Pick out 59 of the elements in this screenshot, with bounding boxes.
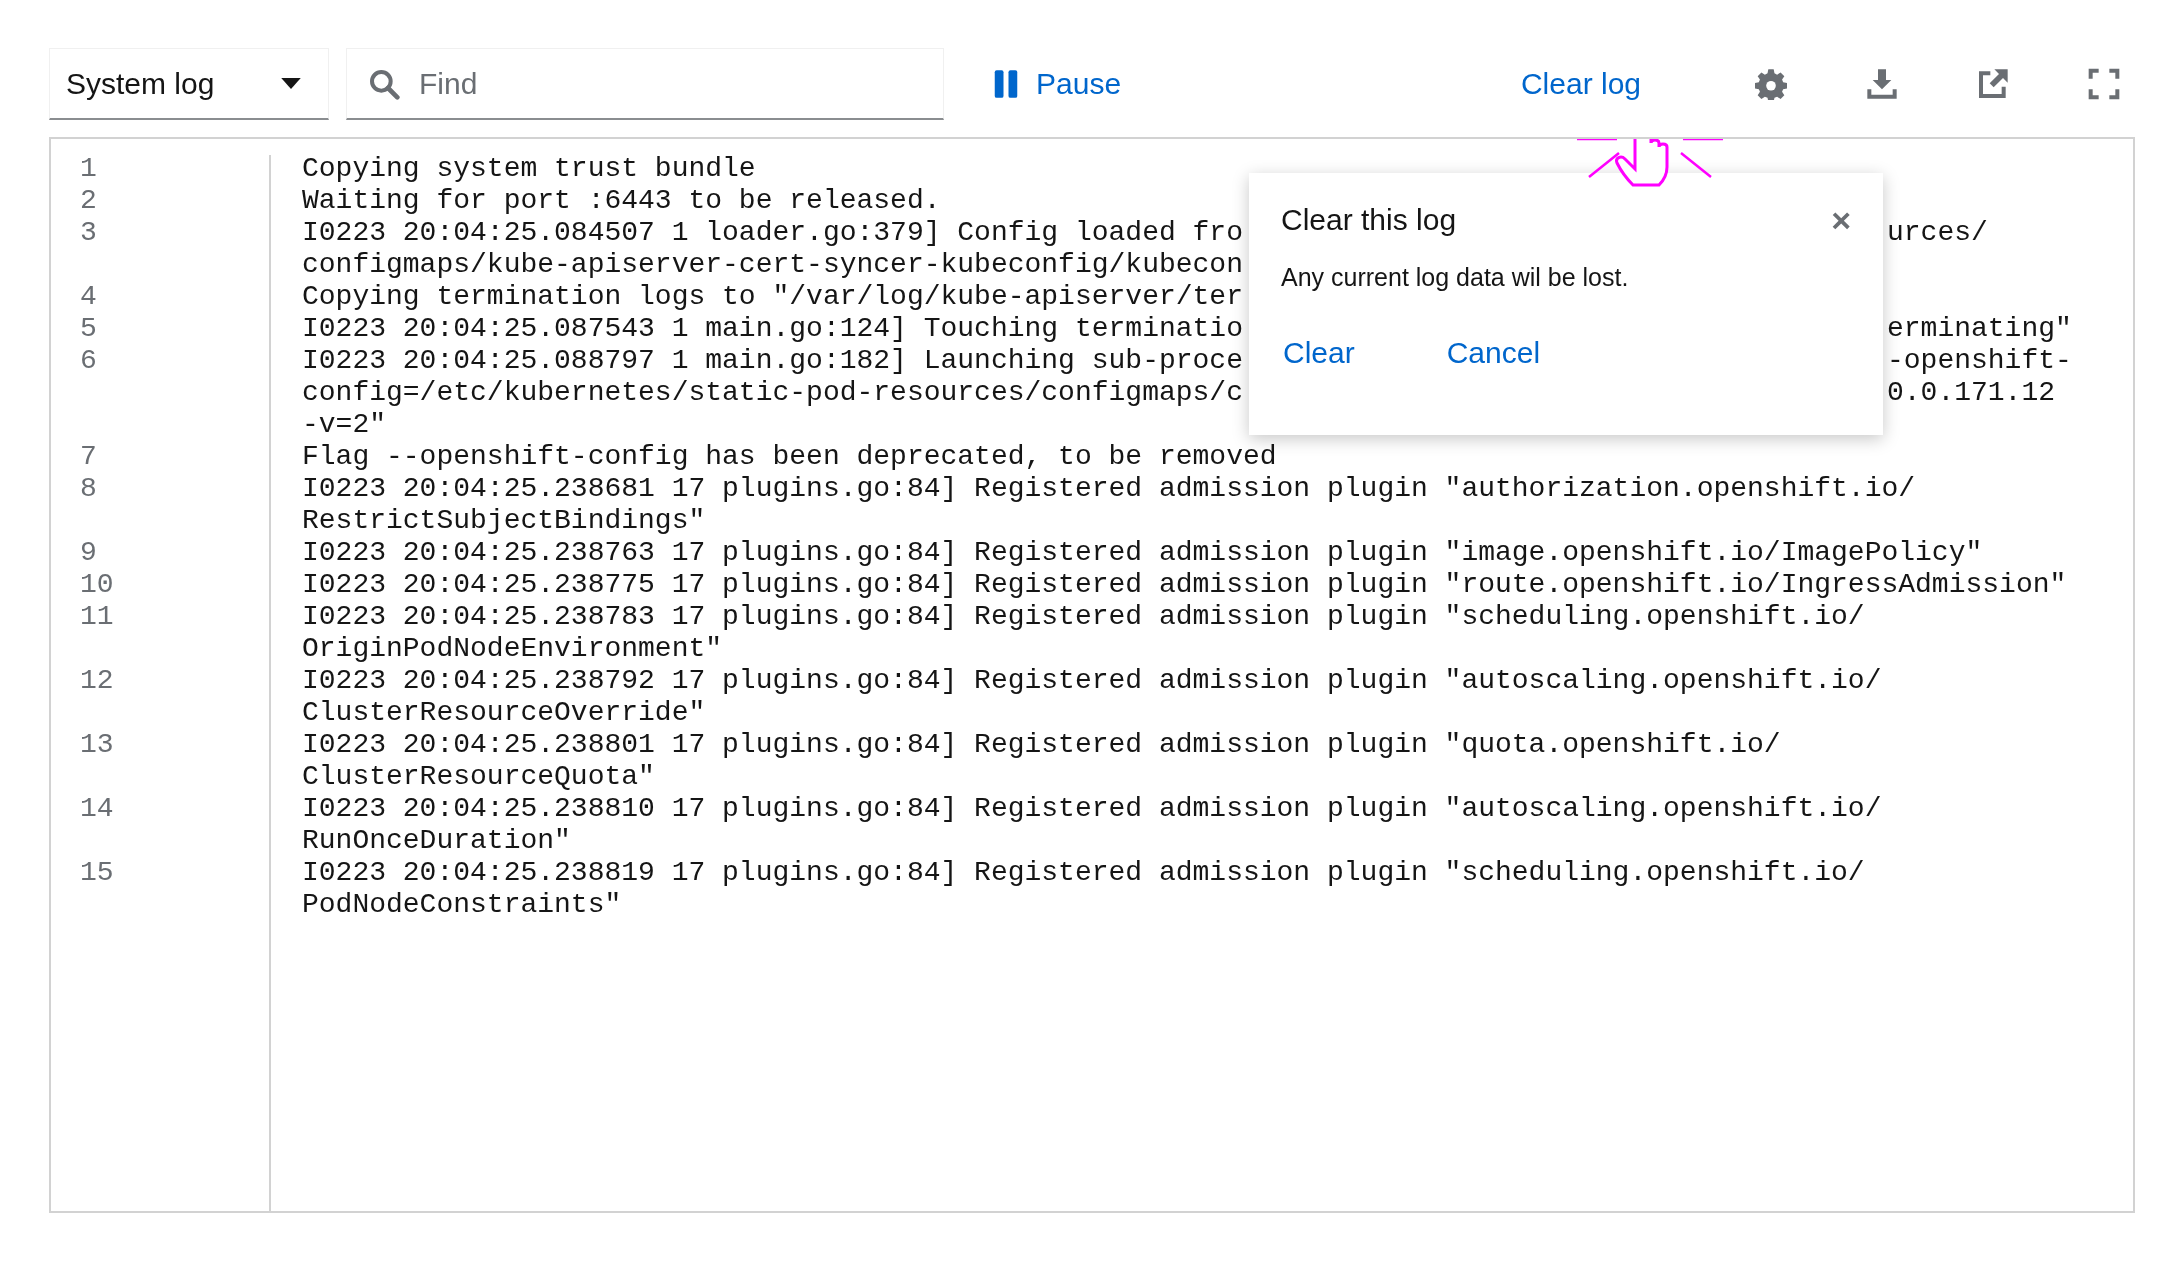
log-line: OriginPodNodeEnvironment"	[302, 633, 723, 665]
pause-icon	[992, 69, 1020, 99]
log-line: -openshift-	[1887, 345, 2072, 377]
log-line: ClusterResourceOverride"	[302, 697, 706, 729]
log-select-dropdown[interactable]: System log	[49, 48, 329, 120]
log-line: PodNodeConstraints"	[302, 889, 622, 921]
log-line: I0223 20:04:25.087543 1 main.go:124] Touching terminatio	[302, 313, 1243, 345]
download-icon	[1866, 68, 1898, 100]
log-line: erminating"	[1887, 313, 2072, 345]
line-number: 13	[80, 729, 114, 760]
line-number: 6	[80, 345, 97, 376]
popover-title: Clear this log	[1281, 203, 1457, 237]
external-link-icon	[1977, 68, 2009, 100]
log-line: 0.0.171.12	[1887, 377, 2056, 409]
log-line: I0223 20:04:25.238801 17 plugins.go:84] Registered admission plugin "quota.openshift.io/	[302, 729, 1781, 761]
settings-icon	[1755, 68, 1787, 100]
log-line: I0223 20:04:25.238775 17 plugins.go:84] Registered admission plugin "route.openshift.io/IngressAdmission"	[302, 569, 2067, 601]
popover-action-button[interactable]: Cancel	[1444, 336, 1543, 370]
log-line: -v=2"	[302, 409, 386, 441]
log-line: config=/etc/kubernetes/static-pod-resources/configmaps/c	[302, 377, 1243, 409]
line-number: 15	[80, 857, 114, 888]
log-line: configmaps/kube-apiserver-cert-syncer-kubeconfig/kubecon	[302, 249, 1243, 281]
log-line: Waiting for port :6443 to be released.	[302, 185, 941, 217]
line-number: 14	[80, 793, 114, 824]
log-line: Copying termination logs to "/var/log/kube-apiserver/ter	[302, 281, 1243, 313]
popover-message: Any current log data wil be lost.	[1281, 263, 1630, 292]
log-line: I0223 20:04:25.084507 1 loader.go:379] Config loaded fro	[302, 217, 1243, 249]
log-line: I0223 20:04:25.238681 17 plugins.go:84] Registered admission plugin "authorization.openshift.io/	[302, 473, 1916, 505]
log-line: I0223 20:04:25.238792 17 plugins.go:84] Registered admission plugin "autoscaling.openshift.io/	[302, 665, 1882, 697]
log-line: ClusterResourceQuota"	[302, 761, 655, 793]
line-number: 5	[80, 313, 97, 344]
expand-icon	[2088, 68, 2120, 100]
line-number: 1	[80, 153, 97, 184]
line-number: 11	[80, 601, 114, 632]
log-line: RestrictSubjectBindings"	[302, 505, 706, 537]
line-number: 10	[80, 569, 114, 600]
log-line: Copying system trust bundle	[302, 153, 756, 185]
log-line: I0223 20:04:25.238763 17 plugins.go:84] Registered admission plugin "image.openshift.io/ImagePolicy"	[302, 537, 1983, 569]
line-number: 7	[80, 441, 97, 472]
pause-button[interactable]: Pause	[992, 67, 1122, 101]
search-icon	[368, 68, 400, 100]
popover-action-button[interactable]: Clear	[1281, 336, 1357, 370]
line-number: 3	[80, 217, 97, 248]
log-line: I0223 20:04:25.238810 17 plugins.go:84] Registered admission plugin "autoscaling.openshift.io/	[302, 793, 1882, 825]
line-number: 4	[80, 281, 97, 312]
log-line: I0223 20:04:25.238783 17 plugins.go:84] Registered admission plugin "scheduling.openshift.io/	[302, 601, 1865, 633]
line-number: 12	[80, 665, 114, 696]
clear-log-button[interactable]: Clear log	[1520, 67, 1641, 101]
log-line: urces/	[1887, 217, 1988, 249]
log-line: Flag --openshift-config has been deprecated, to be removed	[302, 441, 1277, 473]
log-line: I0223 20:04:25.088797 1 main.go:182] Launching sub-proce	[302, 345, 1243, 377]
close-button[interactable]: ×	[1831, 203, 1851, 237]
caret-icon	[280, 77, 302, 90]
log-line: I0223 20:04:25.238819 17 plugins.go:84] Registered admission plugin "scheduling.openshift.io/	[302, 857, 1865, 889]
line-number: 9	[80, 537, 97, 568]
search-field[interactable]: Find	[346, 48, 944, 120]
line-number: 2	[80, 185, 97, 216]
line-number: 8	[80, 473, 97, 504]
log-line: RunOnceDuration"	[302, 825, 571, 857]
